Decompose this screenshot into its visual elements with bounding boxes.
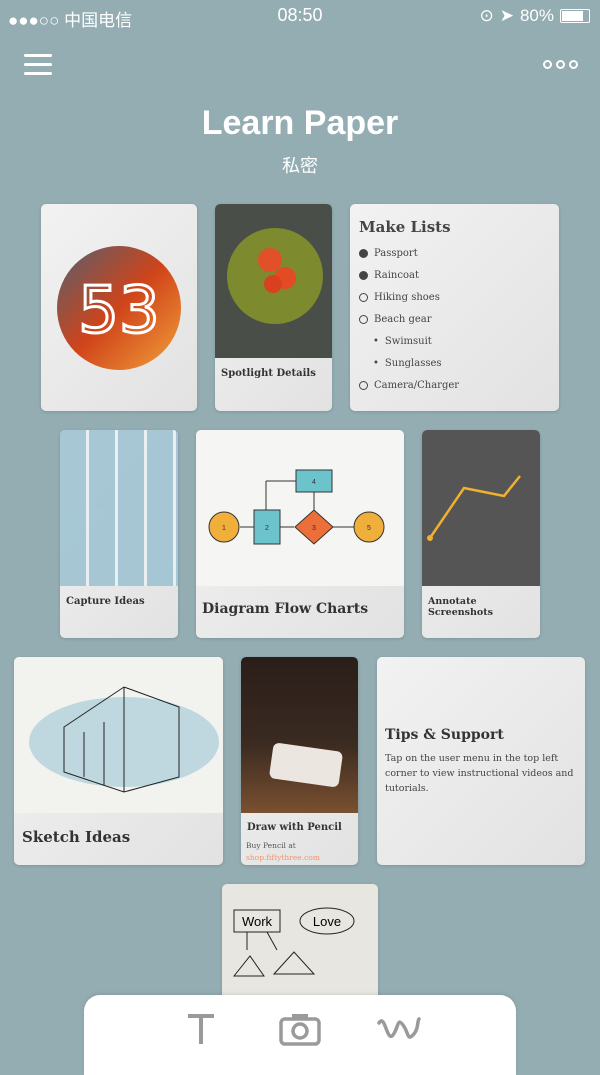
status-bar: ●●●○○ 中国电信 08:50 ⊙ ➤ 80% (0, 0, 600, 32)
word-work: Work (242, 914, 273, 929)
checked-circle-icon[interactable] (359, 270, 368, 280)
node-5: 5 (367, 525, 371, 532)
card-diagram[interactable]: 1 2 3 4 5 Diagram Flow Charts (196, 430, 404, 638)
list-item-label: Hiking shoes (374, 291, 440, 303)
aerial-photo (422, 430, 540, 586)
flowchart-illustration: 1 2 3 4 5 (196, 430, 404, 586)
card-spotlight[interactable]: Spotlight Details (215, 204, 332, 411)
list-item: Camera/Charger (359, 374, 459, 396)
camera-button[interactable] (275, 1007, 325, 1051)
pencil-text: Buy Pencil at (246, 841, 296, 850)
list-item-label: Camera/Charger (374, 379, 460, 391)
node-4: 4 (312, 479, 316, 486)
card-annotate[interactable]: Annotate Screenshots (422, 430, 540, 638)
fiftythree-logo: 53 (57, 246, 181, 370)
empty-circle-icon[interactable] (359, 314, 368, 324)
card-caption: Annotate Screenshots (428, 596, 493, 618)
empty-circle-icon[interactable] (359, 380, 368, 390)
node-2: 2 (265, 525, 269, 532)
list-item-label: Swimsuit (384, 335, 432, 347)
text-button[interactable] (176, 1007, 226, 1051)
list-item-label: Beach gear (374, 313, 432, 325)
rotation-lock-icon: ⊙ (479, 6, 494, 25)
card-pencil[interactable]: Draw with Pencil Buy Pencil at shop.fift… (241, 657, 358, 865)
card-caption: Draw with Pencil (247, 822, 342, 833)
word-love: Love (313, 914, 341, 929)
sticky-notes-photo (60, 430, 178, 586)
list-item: Raincoat (359, 264, 459, 286)
tips-title: Tips & Support (385, 727, 504, 743)
list-item-label: Passport (374, 247, 418, 259)
bullet-icon: • (373, 335, 379, 347)
list-title: Make Lists (359, 218, 451, 236)
card-caption: Capture Ideas (66, 596, 145, 607)
draw-button[interactable] (374, 1007, 424, 1051)
poppy-photo (215, 204, 332, 358)
node-1: 1 (222, 525, 226, 532)
list-item-label: Sunglasses (384, 357, 442, 369)
card-caption: Diagram Flow Charts (202, 601, 369, 617)
more-button[interactable] (543, 60, 578, 69)
building-sketch (14, 657, 223, 813)
list-item: • Sunglasses (359, 352, 459, 374)
card-make-lists[interactable]: Make Lists Passport Raincoat Hiking shoes Be… (350, 204, 559, 411)
svg-text:53: 53 (78, 274, 159, 348)
checked-circle-icon[interactable] (359, 248, 368, 258)
list-item: Passport (359, 242, 459, 264)
list-item: Hiking shoes (359, 286, 459, 308)
empty-circle-icon[interactable] (359, 292, 368, 302)
battery-percent: 80% (519, 6, 554, 25)
list-item-label: Raincoat (374, 269, 419, 281)
page-title: Learn Paper (201, 104, 399, 142)
shop-link[interactable]: shop.fiftythree.com (246, 853, 320, 862)
battery-icon (560, 9, 590, 23)
card-tips[interactable]: Tips & Support Tap on the user menu in t… (377, 657, 585, 865)
menu-button[interactable] (24, 54, 52, 76)
tips-text: Tap on the user menu in the top left cor… (385, 753, 574, 794)
card-caption: Spotlight Details (221, 368, 316, 379)
page-subtitle: 私密 (282, 156, 318, 176)
card-caption: Sketch Ideas (22, 828, 131, 846)
card-sketch[interactable]: Sketch Ideas (14, 657, 223, 865)
camera-icon (279, 1014, 321, 1046)
bottom-toolbar (84, 995, 516, 1075)
pencil-photo (241, 657, 358, 813)
location-icon: ➤ (499, 6, 514, 25)
card-capture-ideas[interactable]: Capture Ideas (60, 430, 178, 638)
text-icon (188, 1014, 214, 1044)
bullet-icon: • (373, 357, 379, 369)
card-logo[interactable]: 53 (41, 204, 197, 411)
list-item: • Swimsuit (359, 330, 459, 352)
draw-icon (377, 1017, 421, 1039)
node-3: 3 (312, 525, 316, 532)
list-item: Beach gear (359, 308, 459, 330)
